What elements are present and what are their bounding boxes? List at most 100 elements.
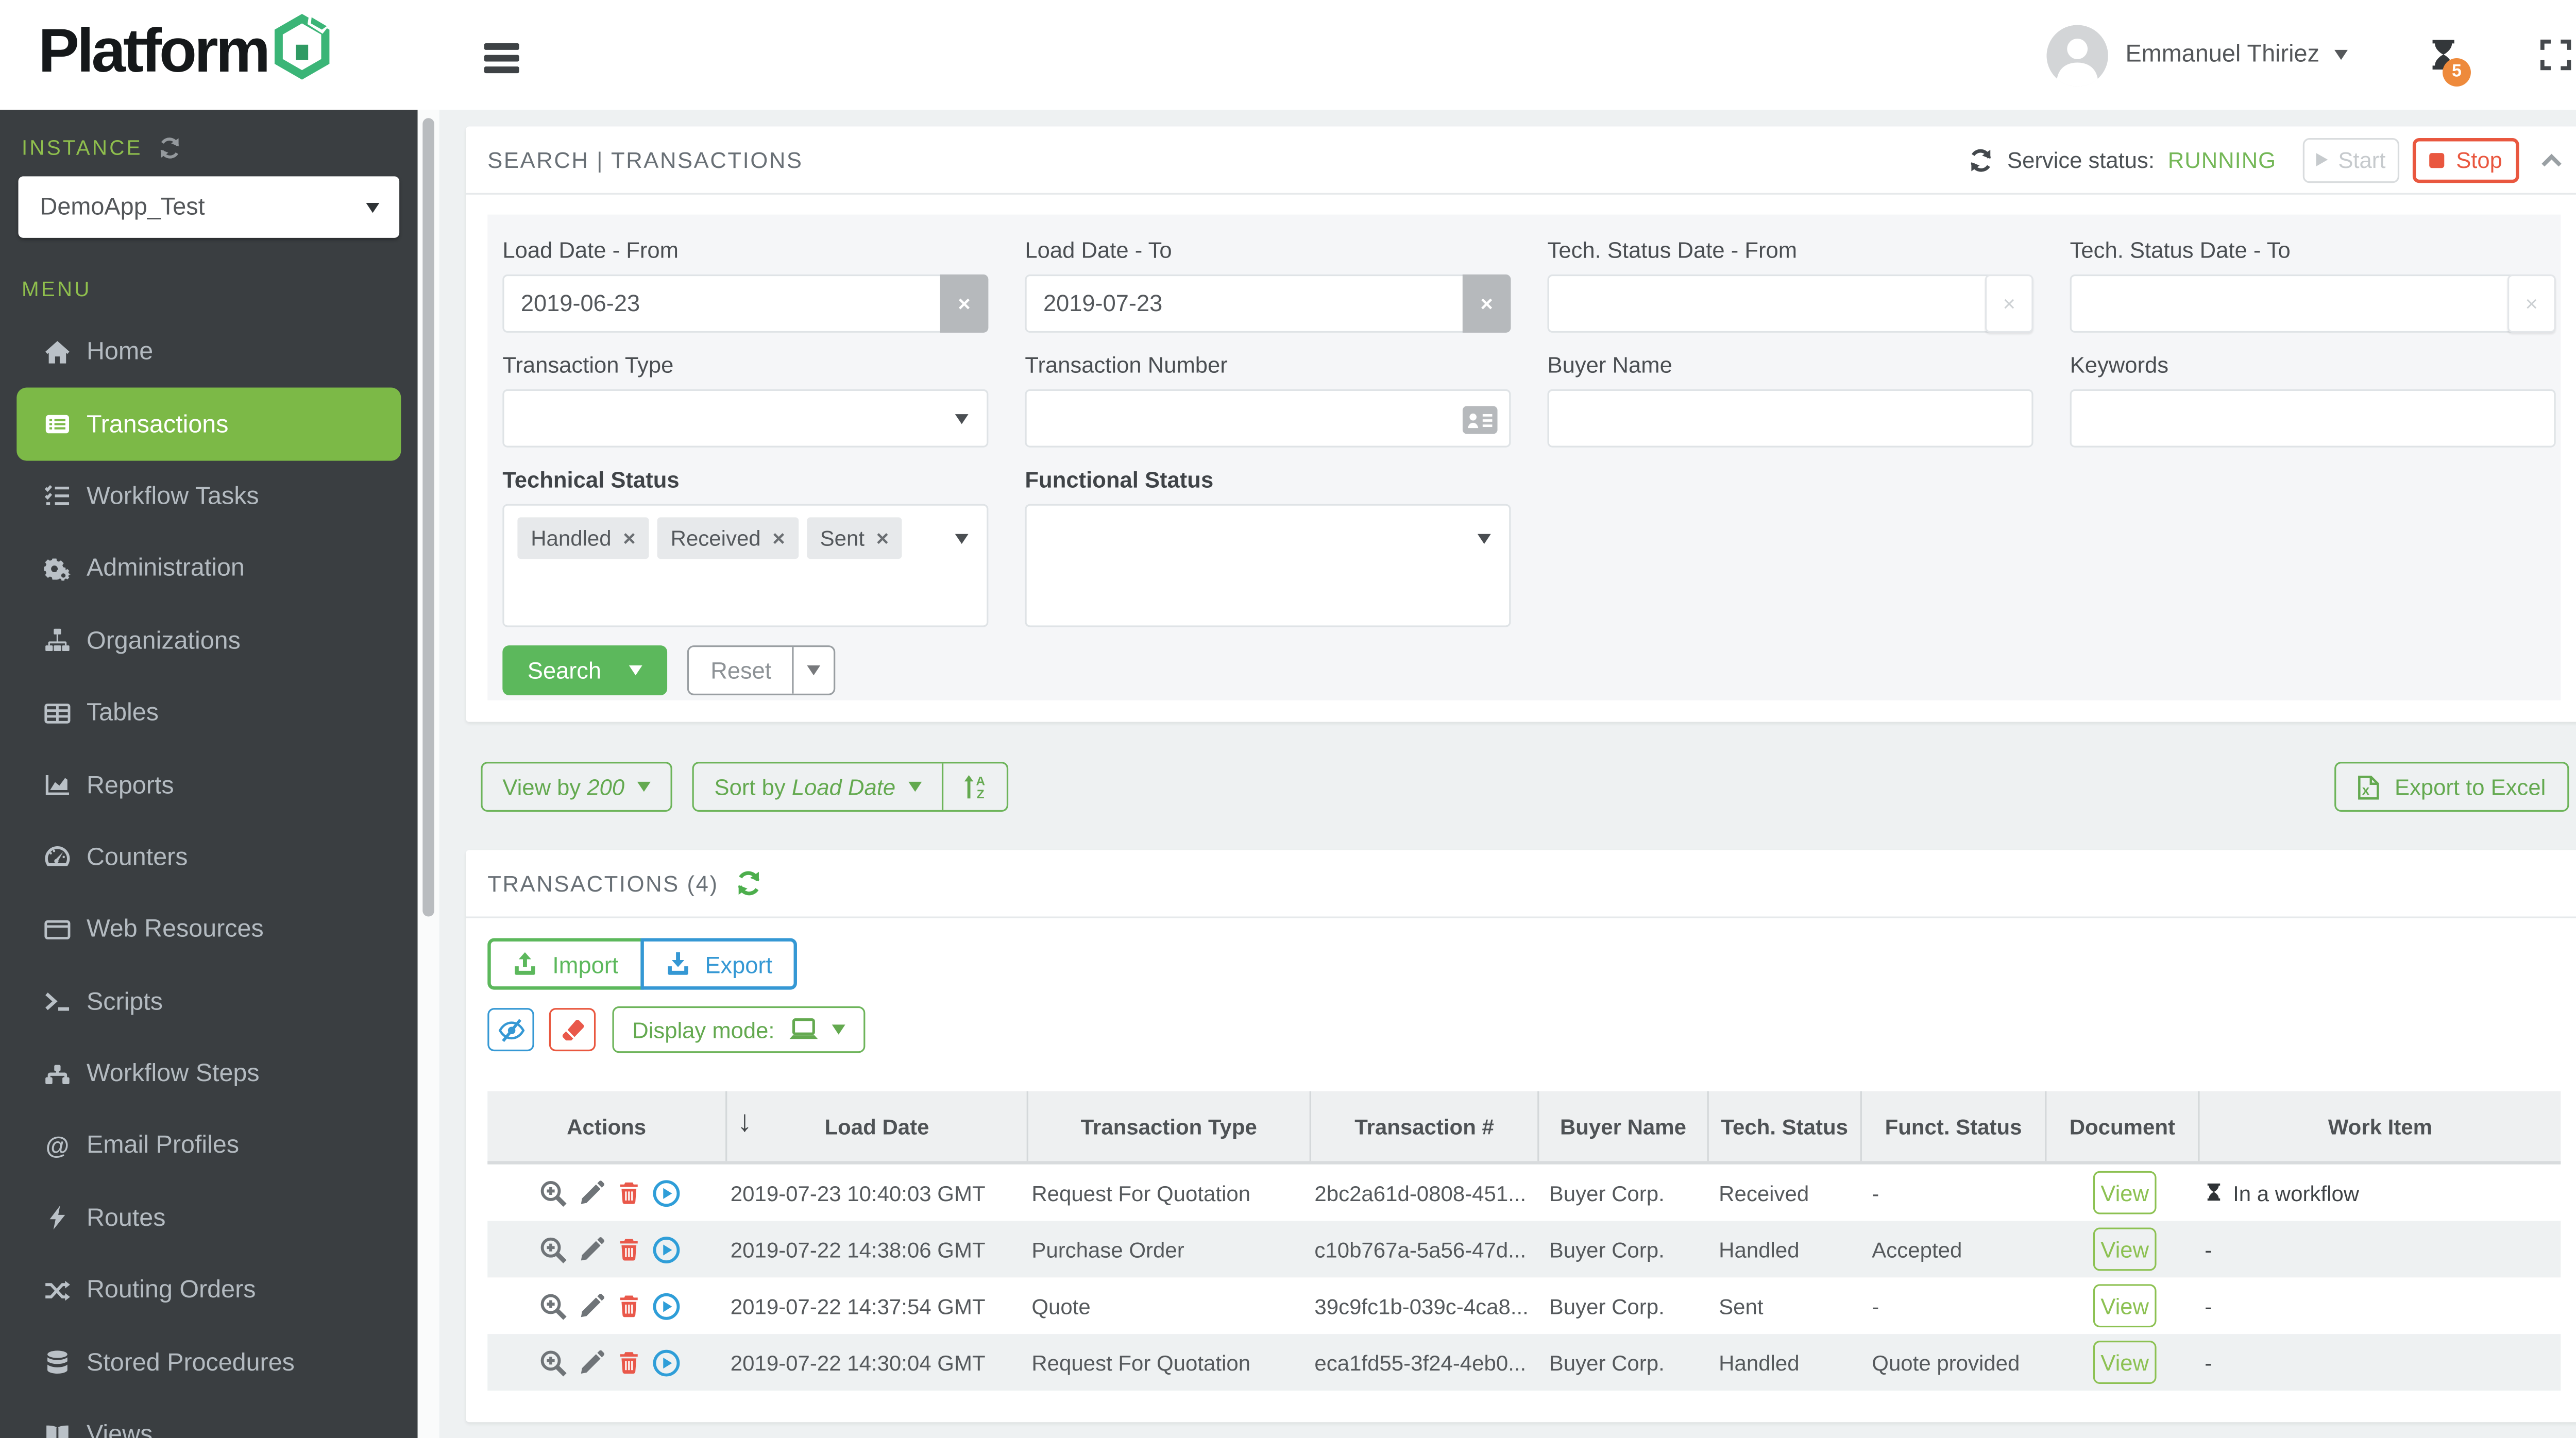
sidebar-item-administration[interactable]: Administration xyxy=(0,533,418,605)
clear-button[interactable] xyxy=(549,1008,596,1052)
results-refresh-icon[interactable] xyxy=(735,870,762,897)
view-document-button[interactable]: View xyxy=(2093,1284,2157,1328)
transaction-number-input[interactable] xyxy=(1025,389,1511,448)
user-name[interactable]: Emmanuel Thiriez xyxy=(2126,42,2320,69)
load-date-to-clear-button[interactable]: × xyxy=(1462,274,1511,333)
functional-status-multiselect[interactable] xyxy=(1025,504,1511,627)
reset-button[interactable]: Reset xyxy=(689,647,792,693)
fullscreen-button[interactable] xyxy=(2539,38,2572,72)
column-header-transaction-type[interactable]: Transaction Type xyxy=(1028,1091,1311,1161)
sidebar-item-organizations[interactable]: Organizations xyxy=(0,605,418,677)
view-by-button[interactable]: View by 200 xyxy=(481,762,673,812)
column-header-work-item[interactable]: Work Item xyxy=(2200,1091,2561,1161)
column-header-document[interactable]: Document xyxy=(2046,1091,2200,1161)
export-button[interactable]: Export xyxy=(640,938,798,990)
run-transaction-button[interactable] xyxy=(651,1178,680,1207)
view-document-button[interactable]: View xyxy=(2093,1227,2157,1271)
column-header-load-date[interactable]: ↓ Load Date xyxy=(727,1091,1028,1161)
sidebar-item-routes[interactable]: Routes xyxy=(0,1182,418,1254)
instance-refresh-icon[interactable] xyxy=(158,136,181,160)
display-mode-button[interactable]: Display mode: xyxy=(612,1006,865,1053)
browser-icon xyxy=(40,916,74,943)
run-transaction-button[interactable] xyxy=(651,1348,680,1377)
view-document-button[interactable]: View xyxy=(2093,1171,2157,1214)
cell-buyer-name: Buyer Corp. xyxy=(1549,1349,1665,1375)
view-transaction-button[interactable] xyxy=(538,1348,567,1377)
sidebar-item-tables[interactable]: Tables xyxy=(0,677,418,749)
sort-descending-icon[interactable]: ↓ xyxy=(737,1106,752,1136)
load-date-to-input[interactable]: 2019-07-23 × xyxy=(1025,274,1511,333)
buyer-name-input[interactable] xyxy=(1547,389,2033,448)
remove-tag-button[interactable]: × xyxy=(623,526,636,551)
technical-status-multiselect[interactable]: Handled × Received × Sent × xyxy=(502,504,989,627)
pending-tasks-button[interactable]: 5 xyxy=(2428,36,2471,86)
sidebar-item-counters[interactable]: Counters xyxy=(0,821,418,894)
service-stop-button[interactable]: Stop xyxy=(2412,137,2519,182)
sidebar-toggle-button[interactable] xyxy=(484,43,519,79)
delete-transaction-button[interactable] xyxy=(617,1179,640,1206)
sidebar-item-stored-procedures[interactable]: Stored Procedures xyxy=(0,1326,418,1398)
service-refresh-icon[interactable] xyxy=(1969,147,1994,172)
delete-transaction-button[interactable] xyxy=(617,1349,640,1376)
pending-count-badge: 5 xyxy=(2443,57,2471,86)
keywords-input[interactable] xyxy=(2070,389,2556,448)
search-button[interactable]: Search xyxy=(502,645,668,695)
scrollbar-thumb[interactable] xyxy=(422,118,434,917)
view-transaction-button[interactable] xyxy=(538,1178,567,1207)
tech-status-date-from-clear-button[interactable]: × xyxy=(1985,274,2033,333)
load-date-from-clear-button[interactable]: × xyxy=(940,274,989,333)
remove-tag-button[interactable]: × xyxy=(772,526,785,551)
export-to-excel-button[interactable]: x Export to Excel xyxy=(2334,762,2569,812)
view-transaction-button[interactable] xyxy=(538,1292,567,1320)
sort-by-button[interactable]: Sort by Load Date xyxy=(694,763,942,810)
view-document-button[interactable]: View xyxy=(2093,1341,2157,1384)
transaction-type-select[interactable] xyxy=(502,389,989,448)
contact-card-icon[interactable] xyxy=(1462,406,1498,434)
sidebar-item-web-resources[interactable]: Web Resources xyxy=(0,894,418,966)
toggle-visibility-button[interactable] xyxy=(487,1008,534,1052)
sidebar-item-label: Stored Procedures xyxy=(86,1348,295,1377)
instance-select[interactable]: DemoApp_Test xyxy=(18,176,400,238)
filter-field-load-date-to: Load Date - To 2019-07-23 × xyxy=(1025,218,1511,333)
sidebar-item-scripts[interactable]: Scripts xyxy=(0,966,418,1038)
sidebar-item-routing-orders[interactable]: Routing Orders xyxy=(0,1254,418,1326)
run-transaction-button[interactable] xyxy=(651,1235,680,1263)
run-transaction-button[interactable] xyxy=(651,1292,680,1320)
tech-status-date-to-input[interactable]: × xyxy=(2070,274,2556,333)
column-header-actions[interactable]: Actions xyxy=(487,1091,727,1161)
sidebar-item-email-profiles[interactable]: @ Email Profiles xyxy=(0,1110,418,1182)
sidebar-item-reports[interactable]: Reports xyxy=(0,749,418,821)
column-header-funct-status[interactable]: Funct. Status xyxy=(1862,1091,2047,1161)
edit-transaction-button[interactable] xyxy=(578,1236,605,1263)
reset-options-button[interactable] xyxy=(792,647,834,694)
remove-tag-button[interactable]: × xyxy=(876,526,889,551)
collapse-panel-button[interactable] xyxy=(2541,152,2563,167)
sidebar-menu: Home Transactions Workflow Tasks Administra… xyxy=(0,316,418,1438)
sidebar-item-workflow-steps[interactable]: Workflow Steps xyxy=(0,1038,418,1110)
cell-work-item: - xyxy=(2205,1237,2212,1262)
view-transaction-button[interactable] xyxy=(538,1235,567,1263)
column-header-tech-status[interactable]: Tech. Status xyxy=(1709,1091,1862,1161)
sidebar-item-home[interactable]: Home xyxy=(0,316,418,388)
sidebar-item-workflow-tasks[interactable]: Workflow Tasks xyxy=(0,460,418,533)
edit-transaction-button[interactable] xyxy=(578,1179,605,1206)
load-date-from-input[interactable]: 2019-06-23 × xyxy=(502,274,989,333)
delete-transaction-button[interactable] xyxy=(617,1236,640,1263)
sort-by-button-group: Sort by Load Date AZ xyxy=(692,762,1009,812)
sidebar-item-transactions[interactable]: Transactions xyxy=(16,388,401,460)
status-tag: Sent × xyxy=(806,517,902,559)
import-button[interactable]: Import xyxy=(487,938,643,990)
tech-status-date-from-input[interactable]: × xyxy=(1547,274,2033,333)
user-menu-caret-icon[interactable] xyxy=(2334,49,2348,60)
sort-direction-button[interactable]: AZ xyxy=(942,763,1007,810)
sidebar-item-views[interactable]: Views xyxy=(0,1399,418,1438)
user-avatar[interactable] xyxy=(2047,24,2109,86)
edit-transaction-button[interactable] xyxy=(578,1349,605,1376)
service-start-button[interactable]: Start xyxy=(2302,137,2400,182)
column-header-transaction-[interactable]: Transaction # xyxy=(1311,1091,1539,1161)
tech-status-date-to-clear-button[interactable]: × xyxy=(2507,274,2556,333)
edit-transaction-button[interactable] xyxy=(578,1292,605,1319)
delete-transaction-button[interactable] xyxy=(617,1292,640,1319)
book-icon xyxy=(40,1422,74,1438)
column-header-buyer-name[interactable]: Buyer Name xyxy=(1539,1091,1709,1161)
